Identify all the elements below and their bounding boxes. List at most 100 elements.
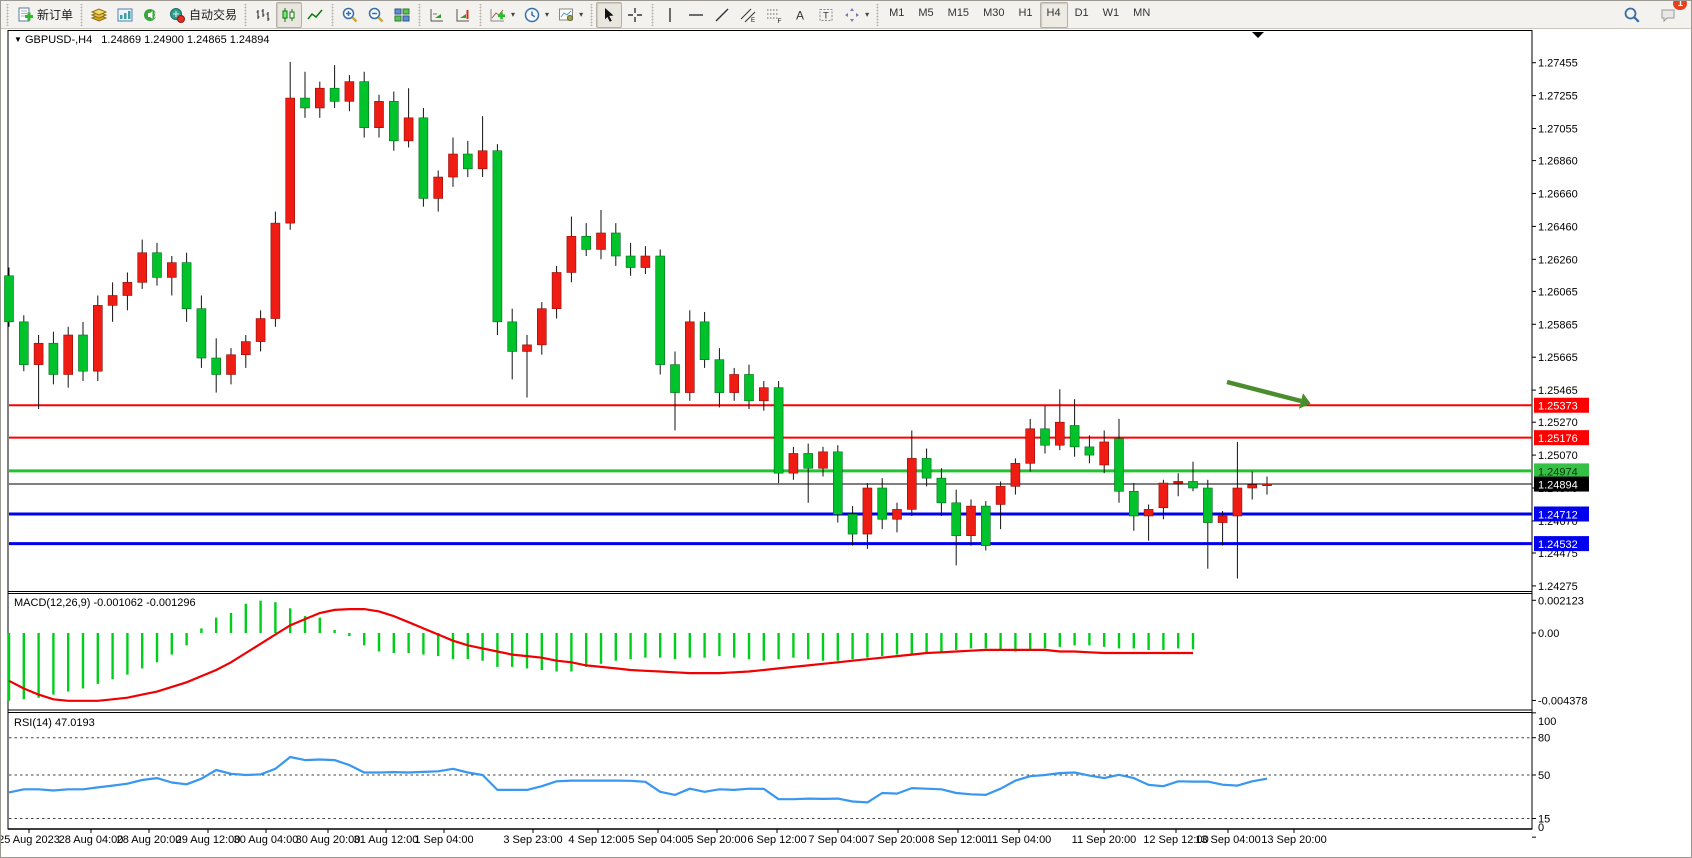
- bear-candle: [360, 82, 369, 128]
- chart-area[interactable]: 1.274551.272551.270551.268601.266601.264…: [1, 1, 1692, 858]
- arrows-button[interactable]: ▾: [839, 2, 873, 28]
- zoom-in-button[interactable]: [337, 2, 363, 28]
- bull-candle: [641, 256, 650, 268]
- candlestick-chart-button[interactable]: [276, 2, 302, 28]
- bull-candle: [1144, 509, 1153, 516]
- bear-candle: [212, 358, 221, 374]
- svg-text:1.25373: 1.25373: [1538, 401, 1578, 413]
- timeframe-m30-button[interactable]: M30: [976, 2, 1011, 28]
- new-order-button[interactable]: 新订单: [12, 2, 77, 28]
- tile-windows-button[interactable]: [389, 2, 415, 28]
- auto-scroll-button[interactable]: [424, 2, 450, 28]
- chart-canvas[interactable]: 1.274551.272551.270551.268601.266601.264…: [1, 1, 1692, 858]
- svg-text:1.26260: 1.26260: [1538, 254, 1578, 266]
- notifications-button[interactable]: 1: [1655, 2, 1681, 28]
- blue-chart-icon: [116, 6, 134, 24]
- bull-candle: [552, 272, 561, 308]
- timeframe-w1-button[interactable]: W1: [1096, 2, 1127, 28]
- time-axis-label: 5 Sep 04:00: [628, 834, 687, 846]
- rsi-indicator-label: RSI(14) 47.0193: [14, 717, 95, 729]
- time-axis-label: 3 Sep 23:00: [503, 834, 562, 846]
- fibonacci-button[interactable]: F: [761, 2, 787, 28]
- periods-button[interactable]: ▾: [519, 2, 553, 28]
- svg-text:1.24275: 1.24275: [1538, 581, 1578, 593]
- timeframe-m1-button[interactable]: M1: [882, 2, 911, 28]
- bull-candle: [123, 282, 132, 295]
- indicators-button[interactable]: ▾: [485, 2, 519, 28]
- templates-button[interactable]: ▾: [553, 2, 587, 28]
- bear-candle: [182, 263, 191, 309]
- trendline-button[interactable]: [709, 2, 735, 28]
- dropdown-caret-icon[interactable]: ▾: [545, 10, 549, 19]
- svg-text:1.25465: 1.25465: [1538, 385, 1578, 397]
- svg-text:1.25176: 1.25176: [1538, 433, 1578, 445]
- text-label-button[interactable]: T: [813, 2, 839, 28]
- bear-candle: [671, 365, 680, 393]
- news-button[interactable]: [138, 2, 164, 28]
- horizontal-line-button[interactable]: [683, 2, 709, 28]
- terminal-button[interactable]: [112, 2, 138, 28]
- mt4-window: 1.274551.272551.270551.268601.266601.264…: [0, 0, 1692, 858]
- chart-shift-icon: [454, 6, 472, 24]
- timeframe-m5-button[interactable]: M5: [911, 2, 940, 28]
- svg-text:0: 0: [1538, 822, 1544, 834]
- time-axis-label: 11 Sep 04:00: [987, 834, 1052, 846]
- toolbar-group-separator: [329, 4, 336, 26]
- time-axis-label: 30 Aug 04:00: [234, 834, 299, 846]
- bull-candle: [34, 343, 43, 364]
- dropdown-caret-icon[interactable]: ▾: [865, 10, 869, 19]
- timeframe-mn-button[interactable]: MN: [1126, 2, 1157, 28]
- chart-title: ▼ GBPUSD-,H4 1.24869 1.24900 1.24865 1.2…: [14, 34, 270, 46]
- time-axis-label: 25 Aug 2023: [1, 834, 60, 846]
- timeframe-h4-button[interactable]: H4: [1040, 2, 1068, 28]
- bull-candle: [759, 388, 768, 401]
- bull-candle: [1026, 429, 1035, 464]
- bull-candle: [567, 236, 576, 272]
- cursor-button[interactable]: [596, 2, 622, 28]
- bar-chart-button[interactable]: [250, 2, 276, 28]
- timeframe-m15-button[interactable]: M15: [941, 2, 976, 28]
- chart-ohlc-values: 1.24869 1.24900 1.24865 1.24894: [101, 34, 269, 46]
- search-button[interactable]: [1619, 2, 1645, 28]
- bull-candle: [537, 309, 546, 345]
- bear-candle: [1085, 447, 1094, 455]
- tile-icon: [393, 6, 411, 24]
- crosshair-button[interactable]: [622, 2, 648, 28]
- toolbar-group-separator: [588, 4, 595, 26]
- svg-text:0.002123: 0.002123: [1538, 595, 1584, 607]
- bull-candle: [108, 296, 117, 306]
- time-axis-label: 7 Sep 04:00: [808, 834, 867, 846]
- macd-indicator-label: MACD(12,26,9) -0.001062 -0.001296: [14, 597, 196, 609]
- zoom-out-button[interactable]: [363, 2, 389, 28]
- chart-shift-button[interactable]: [450, 2, 476, 28]
- crosshair-icon: [626, 6, 644, 24]
- candles-icon: [280, 6, 298, 24]
- auto-trading-button[interactable]: 自动交易: [164, 2, 241, 28]
- bars-icon: [254, 6, 272, 24]
- search-icon: [1623, 6, 1641, 24]
- chart-objects-marker-icon[interactable]: ▼: [14, 35, 22, 44]
- svg-text:1.27455: 1.27455: [1538, 58, 1578, 70]
- channel-button[interactable]: E: [735, 2, 761, 28]
- bull-candle: [1159, 483, 1168, 508]
- bear-candle: [493, 151, 502, 322]
- bear-candle: [804, 453, 813, 468]
- depth-of-market-button[interactable]: [86, 2, 112, 28]
- bull-candle: [1218, 516, 1227, 523]
- vertical-line-button[interactable]: [657, 2, 683, 28]
- chart-symbol-period: GBPUSD-,H4: [25, 34, 92, 46]
- bear-candle: [715, 360, 724, 393]
- bull-candle: [227, 355, 236, 375]
- svg-text:1.24894: 1.24894: [1538, 480, 1578, 492]
- time-axis-label: 13 Sep 20:00: [1261, 834, 1326, 846]
- time-axis-label: 5 Sep 20:00: [687, 834, 746, 846]
- timeframe-h1-button[interactable]: H1: [1011, 2, 1039, 28]
- bear-candle: [463, 154, 472, 169]
- timeframe-d1-button[interactable]: D1: [1068, 2, 1096, 28]
- bull-candle: [1233, 488, 1242, 516]
- dropdown-caret-icon[interactable]: ▾: [579, 10, 583, 19]
- line-chart-button[interactable]: [302, 2, 328, 28]
- text-button[interactable]: A: [787, 2, 813, 28]
- dropdown-caret-icon[interactable]: ▾: [511, 10, 515, 19]
- bull-candle: [256, 319, 265, 342]
